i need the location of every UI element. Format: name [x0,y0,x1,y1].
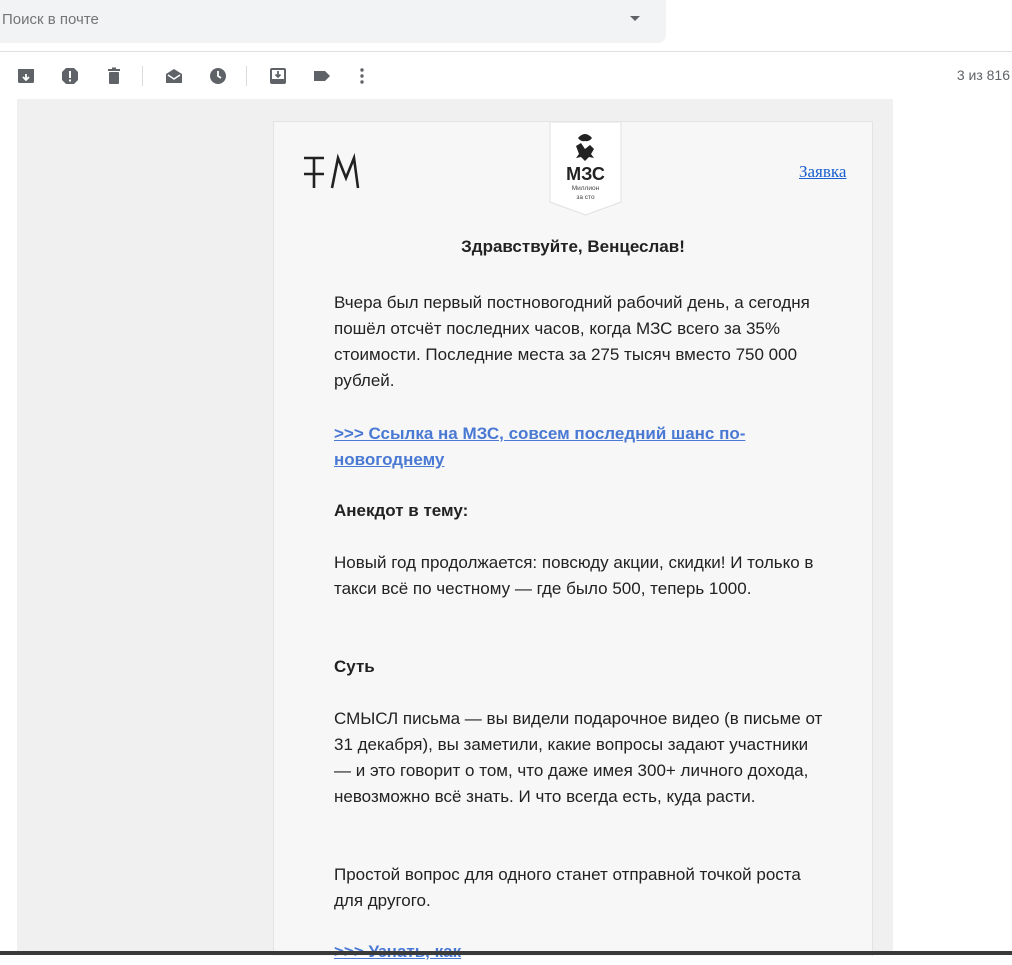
badge-title: МЗС [566,164,605,184]
section-heading-essence: Суть [334,657,375,676]
greeting-heading: Здравствуйте, Венцеслав! [461,237,685,256]
search-input[interactable] [2,11,602,28]
mzs-badge-logo: МЗС Миллион за сто [549,121,622,216]
label-icon[interactable] [312,66,332,86]
search-bar[interactable] [0,0,666,43]
badge-subtitle-1: Миллион [572,185,600,192]
apply-link[interactable]: Заявка [799,162,846,182]
mzs-offer-link[interactable]: >>> Ссылка на МЗС, совсем последний шанс… [334,421,824,473]
archive-icon[interactable] [16,66,36,86]
fm-logo [302,152,366,192]
toolbar-divider [142,66,143,86]
pagination-count: 3 из 816 [956,67,1010,83]
message-toolbar: 3 из 816 [0,51,1012,100]
paragraph-closing: Простой вопрос для одного станет отправн… [334,865,801,910]
mark-unread-icon[interactable] [164,66,184,86]
delete-icon[interactable] [104,66,124,86]
bottom-edge-bar [0,951,1012,955]
more-icon[interactable] [352,66,372,86]
snooze-icon[interactable] [208,66,228,86]
badge-subtitle-2: за сто [576,194,595,201]
report-spam-icon[interactable] [60,66,80,86]
left-rail [0,99,17,951]
move-to-icon[interactable] [268,66,288,86]
toolbar-divider [246,66,247,86]
search-options-caret-icon[interactable] [630,16,640,21]
paragraph-joke: Новый год продолжается: повсюду акции, с… [334,553,814,598]
section-heading-joke: Анекдот в тему: [334,501,469,520]
paragraph-essence: СМЫСЛ письма — вы видели подарочное виде… [334,709,823,806]
paragraph-intro: Вчера был первый постновогодний рабочий … [334,293,810,390]
